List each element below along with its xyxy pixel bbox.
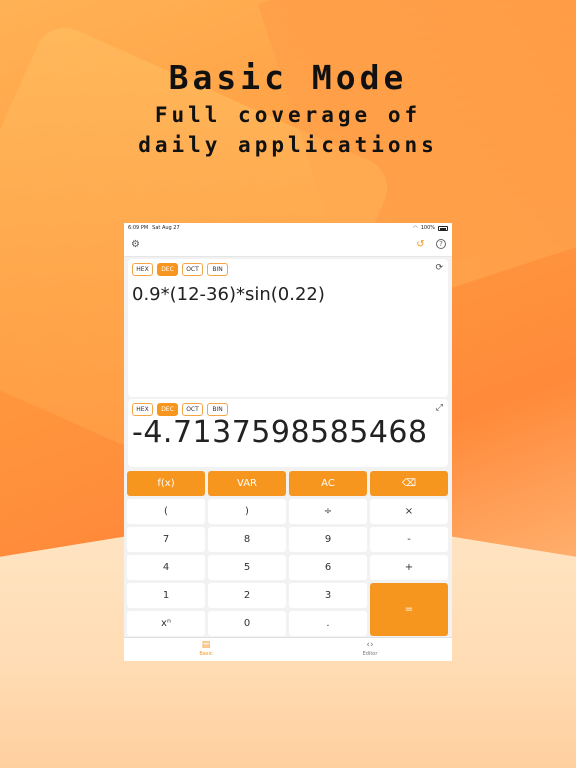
gear-icon[interactable]: ⚙ xyxy=(130,239,141,250)
device-screen: 6:09 PM Sat Aug 27 ◠ 100% ⚙ ↺ ? HEX DEC … xyxy=(124,223,452,661)
key-0[interactable]: 0 xyxy=(208,611,286,636)
input-mode-oct[interactable]: OCT xyxy=(182,263,203,276)
key-6[interactable]: 6 xyxy=(289,555,367,580)
key-7[interactable]: 7 xyxy=(127,527,205,552)
promo-subtitle-line2: daily applications xyxy=(138,133,438,157)
input-mode-selector: HEX DEC OCT BIN xyxy=(132,263,228,276)
expression-display[interactable]: 0.9*(12-36)*sin(0.22) xyxy=(132,284,325,305)
key-open-paren[interactable]: ( xyxy=(127,499,205,524)
key-power[interactable]: xⁿ xyxy=(127,611,205,636)
key-5[interactable]: 5 xyxy=(208,555,286,580)
tab-bar: ▤ Basic ‹› Editor xyxy=(124,637,452,661)
backspace-key[interactable]: ⌫ xyxy=(370,471,448,496)
input-mode-hex[interactable]: HEX xyxy=(132,263,153,276)
tab-editor-label: Editor xyxy=(362,651,378,657)
input-mode-bin[interactable]: BIN xyxy=(207,263,228,276)
promo-subtitle-line1: Full coverage of xyxy=(154,103,422,127)
key-close-paren[interactable]: ) xyxy=(208,499,286,524)
key-4[interactable]: 4 xyxy=(127,555,205,580)
result-display: -4.7137598585468 xyxy=(132,415,428,450)
key-1[interactable]: 1 xyxy=(127,583,205,608)
status-bar: 6:09 PM Sat Aug 27 ◠ 100% xyxy=(124,223,452,233)
key-multiply[interactable]: × xyxy=(370,499,448,524)
wifi-icon: ◠ xyxy=(413,225,418,231)
key-equals[interactable]: = xyxy=(370,583,448,636)
status-time: 6:09 PM xyxy=(128,225,149,231)
key-9[interactable]: 9 xyxy=(289,527,367,552)
swap-icon[interactable]: ⟳ xyxy=(435,263,443,273)
key-plus[interactable]: + xyxy=(370,555,448,580)
key-3[interactable]: 3 xyxy=(289,583,367,608)
expand-icon[interactable]: ⤢ xyxy=(436,403,443,413)
promo-title: Basic Mode xyxy=(168,58,408,97)
key-decimal[interactable]: . xyxy=(289,611,367,636)
tab-basic[interactable]: ▤ Basic xyxy=(176,640,236,657)
input-mode-dec[interactable]: DEC xyxy=(157,263,178,276)
key-2[interactable]: 2 xyxy=(208,583,286,608)
code-icon: ‹› xyxy=(366,640,374,650)
output-panel: HEX DEC OCT BIN ⤢ -4.7137598585468 xyxy=(128,399,448,467)
battery-percent: 100% xyxy=(420,225,435,231)
battery-icon xyxy=(438,225,448,231)
calculator-icon: ▤ xyxy=(201,640,211,650)
tab-editor[interactable]: ‹› Editor xyxy=(340,640,400,657)
key-minus[interactable]: - xyxy=(370,527,448,552)
top-toolbar: ⚙ ↺ ? xyxy=(124,233,452,257)
question-icon[interactable]: ? xyxy=(436,239,446,249)
key-all-clear[interactable]: AC xyxy=(289,471,367,496)
key-function[interactable]: f(x) xyxy=(127,471,205,496)
tab-basic-label: Basic xyxy=(199,651,213,657)
history-icon[interactable]: ↺ xyxy=(415,239,426,250)
key-divide[interactable]: ÷ xyxy=(289,499,367,524)
status-date: Sat Aug 27 xyxy=(152,225,180,231)
input-panel[interactable]: HEX DEC OCT BIN ⟳ 0.9*(12-36)*sin(0.22) xyxy=(128,259,448,397)
key-8[interactable]: 8 xyxy=(208,527,286,552)
key-variable[interactable]: VAR xyxy=(208,471,286,496)
